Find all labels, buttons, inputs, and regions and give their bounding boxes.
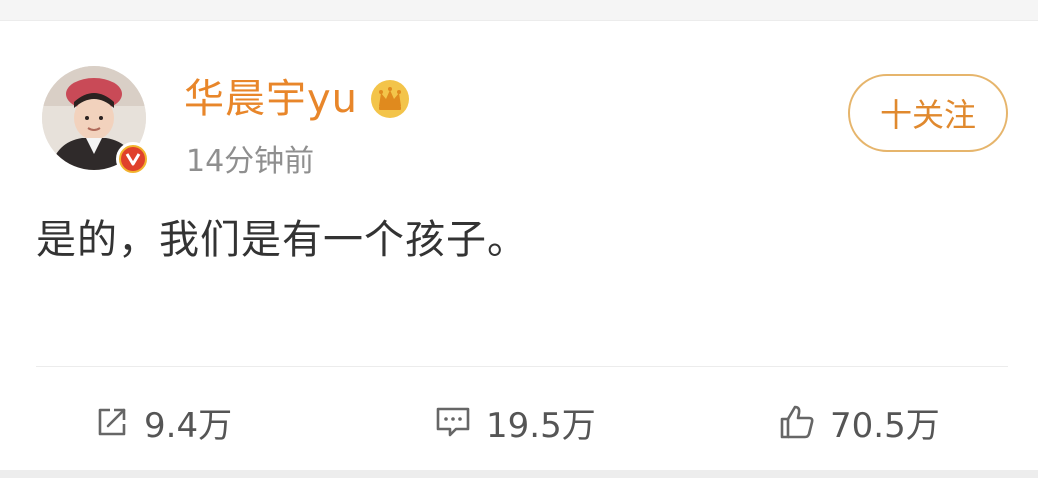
post-content: 是的，我们是有一个孩子。 bbox=[36, 217, 528, 263]
username-row: 华晨宇yu bbox=[184, 74, 410, 124]
bottom-divider-strip bbox=[0, 470, 1038, 478]
crown-icon[interactable] bbox=[370, 79, 410, 119]
comment-count: 19.5万 bbox=[486, 405, 596, 446]
top-divider-strip bbox=[0, 0, 1038, 21]
comment-icon bbox=[436, 407, 470, 437]
repost-button[interactable]: 9.4万 bbox=[94, 398, 232, 446]
action-bar: 9.4万 19.5万 70.5万 bbox=[0, 368, 1038, 470]
weibo-post-card: 华晨宇yu 14分钟前 十关注 是的，我们是有一个孩子。 9.4万 19.5万 … bbox=[0, 0, 1038, 470]
like-count: 70.5万 bbox=[830, 405, 940, 446]
avatar-container[interactable] bbox=[42, 66, 152, 176]
action-divider bbox=[36, 366, 1008, 367]
comment-button[interactable]: 19.5万 bbox=[434, 398, 596, 446]
post-timestamp: 14分钟前 bbox=[186, 144, 315, 179]
follow-button[interactable]: 十关注 bbox=[848, 74, 1008, 152]
thumbs-up-icon bbox=[780, 405, 814, 439]
verified-v-badge-icon bbox=[121, 147, 145, 171]
like-button[interactable]: 70.5万 bbox=[778, 398, 940, 446]
verified-badge bbox=[116, 142, 150, 176]
username[interactable]: 华晨宇yu bbox=[184, 74, 358, 124]
repost-count: 9.4万 bbox=[144, 405, 233, 446]
repost-icon bbox=[98, 408, 126, 436]
